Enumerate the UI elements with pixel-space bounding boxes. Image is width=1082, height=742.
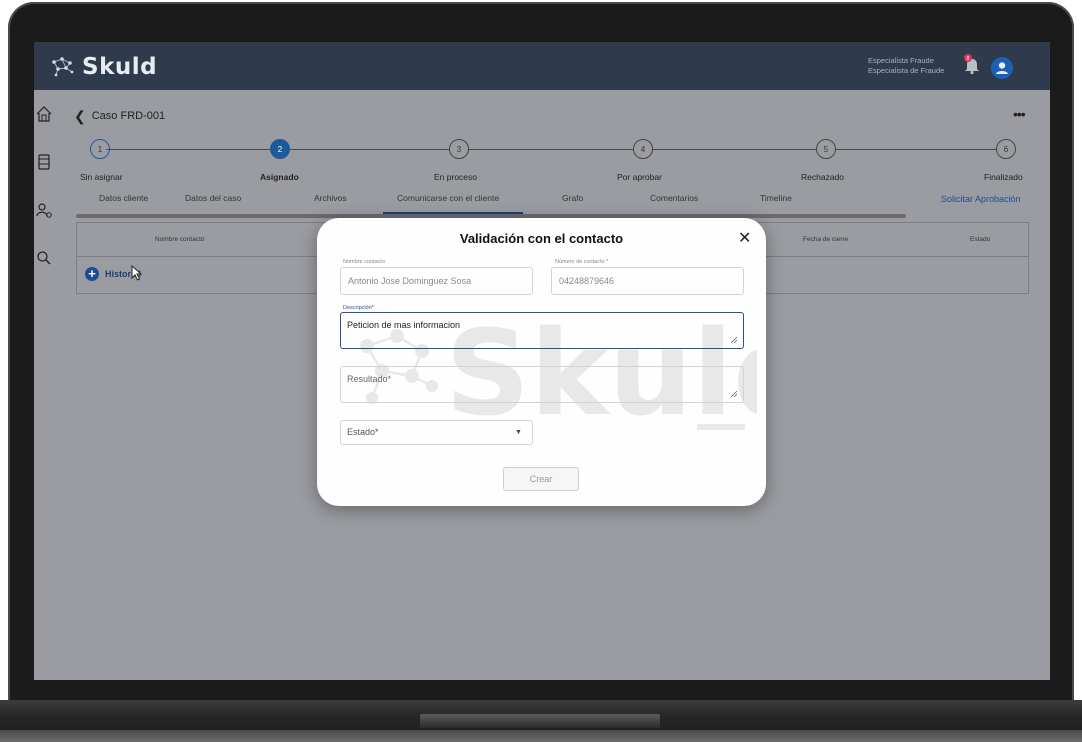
- laptop-hinge: [420, 714, 660, 728]
- dropdown-arrow-icon: ▼: [515, 429, 522, 436]
- notifications-bell-icon[interactable]: 8: [962, 53, 982, 75]
- descripcion-textarea[interactable]: Peticion de mas informacion: [340, 312, 744, 349]
- nombre-contacto-label: Nombre contacto: [343, 259, 385, 265]
- tab-archivos[interactable]: Archivos: [314, 193, 347, 203]
- side-nav: [34, 90, 60, 680]
- estado-placeholder: Estado*: [347, 427, 379, 437]
- step-4-label: Por aprobar: [617, 172, 662, 182]
- crear-button[interactable]: Crear: [503, 467, 579, 491]
- column-nombre-contacto: Nombre contacto: [155, 236, 205, 243]
- step-2[interactable]: 2: [270, 139, 290, 159]
- descripcion-label: Descripción*: [343, 305, 374, 311]
- estado-select[interactable]: Estado* ▼: [340, 420, 533, 445]
- nombre-contacto-value: Antonio Jose Dominguez Sosa: [348, 276, 472, 286]
- close-icon[interactable]: ✕: [738, 228, 751, 248]
- user-role-primary: Especialista Fraude: [868, 56, 934, 65]
- stepper-connector: [106, 149, 270, 150]
- step-1-label: Sin asignar: [80, 172, 123, 182]
- tab-datos-caso[interactable]: Datos del caso: [185, 193, 241, 203]
- column-estado: Estado: [970, 236, 991, 243]
- descripcion-value: Peticion de mas informacion: [347, 320, 461, 330]
- user-avatar-icon[interactable]: [991, 57, 1013, 79]
- stepper-connector: [290, 149, 449, 150]
- step-4[interactable]: 4: [633, 139, 653, 159]
- screen: Skuld Especialista Fraude Especialista d…: [34, 42, 1050, 680]
- tab-datos-cliente[interactable]: Datos cliente: [99, 193, 148, 203]
- user-settings-icon[interactable]: [34, 200, 54, 220]
- validacion-modal: Skuld Validación con el contacto ✕ Nombr…: [317, 218, 766, 506]
- laptop-base: [0, 700, 1082, 742]
- app-header: Skuld Especialista Fraude Especialista d…: [34, 42, 1050, 90]
- laptop-edge: [0, 730, 1082, 742]
- resultado-placeholder: Resultado*: [347, 374, 392, 384]
- logo[interactable]: Skuld: [50, 52, 157, 82]
- resize-handle-icon[interactable]: [731, 391, 737, 397]
- resultado-textarea[interactable]: Resultado*: [340, 366, 744, 403]
- modal-title: Validación con el contacto: [459, 231, 624, 246]
- breadcrumb[interactable]: ❮ Caso FRD-001: [74, 109, 166, 123]
- document-icon[interactable]: [34, 152, 54, 172]
- tab-comentarios[interactable]: Comentarios: [650, 193, 698, 203]
- step-2-label: Asignado: [260, 172, 299, 182]
- stepper-connector: [653, 149, 816, 150]
- numero-contacto-label: Número de contacto *: [555, 259, 609, 265]
- resize-handle-icon[interactable]: [731, 337, 737, 343]
- step-5[interactable]: 5: [816, 139, 836, 159]
- nombre-contacto-field[interactable]: Antonio Jose Dominguez Sosa: [340, 267, 533, 295]
- step-5-label: Rechazado: [801, 172, 845, 182]
- stepper-connector: [469, 149, 633, 150]
- case-title: Caso FRD-001: [91, 110, 166, 122]
- numero-contacto-field[interactable]: 04248879646: [551, 267, 744, 295]
- numero-contacto-value: 04248879646: [559, 276, 615, 286]
- step-3-label: En proceso: [434, 172, 477, 182]
- step-6[interactable]: 6: [996, 139, 1016, 159]
- step-3[interactable]: 3: [449, 139, 469, 159]
- user-role-secondary: Especialista de Fraude: [868, 66, 945, 75]
- search-icon[interactable]: [34, 248, 54, 268]
- stepper-connector: [836, 149, 996, 150]
- tab-timeline[interactable]: Timeline: [760, 193, 792, 203]
- logo-text: Skuld: [82, 54, 158, 80]
- solicitar-aprobacion-button[interactable]: Solicitar Aprobación: [941, 194, 1021, 204]
- logo-mark-icon: [52, 57, 74, 77]
- step-6-label: Finalizado: [984, 172, 1023, 182]
- more-options-icon[interactable]: •••: [1013, 106, 1026, 122]
- tab-comunicarse[interactable]: Comunicarse con el cliente: [397, 193, 499, 203]
- mouse-cursor-icon: [131, 265, 143, 281]
- add-circle-icon: +: [85, 267, 99, 281]
- svg-text:8: 8: [966, 56, 969, 62]
- step-1[interactable]: 1: [90, 139, 110, 159]
- column-fecha-cierre: Fecha de cierre: [803, 236, 849, 243]
- home-icon[interactable]: [34, 104, 54, 124]
- tab-grafo[interactable]: Grafo: [562, 193, 583, 203]
- chevron-left-icon[interactable]: ❮: [74, 109, 86, 123]
- user-roles: Especialista Fraude Especialista de Frau…: [868, 56, 944, 76]
